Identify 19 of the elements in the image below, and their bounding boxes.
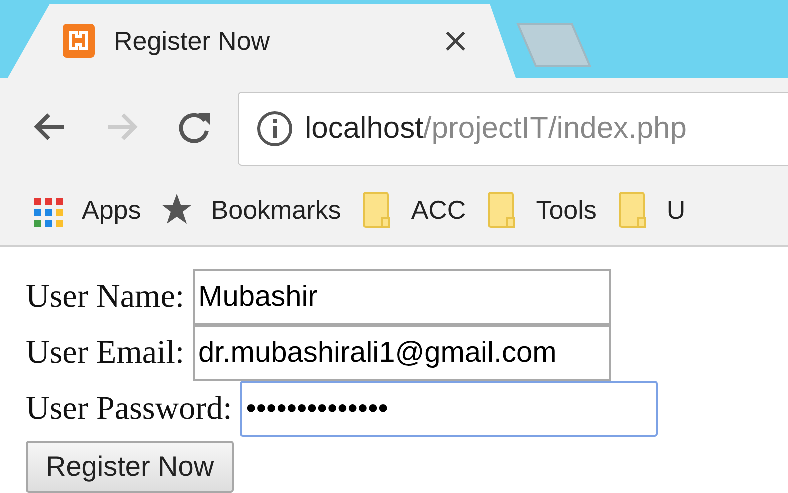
folder-icon — [616, 190, 649, 230]
address-bar[interactable]: localhost/projectIT/index.php — [238, 92, 788, 166]
browser-tab[interactable]: Register Now × — [8, 4, 516, 78]
field-label: User Password: — [26, 390, 232, 428]
field-label: User Email: — [26, 334, 185, 372]
tab-title: Register Now — [114, 26, 272, 56]
input-field[interactable]: Mubashir — [192, 269, 611, 325]
input-field[interactable]: dr.mubashirali1@gmail.com — [192, 325, 611, 381]
register-button[interactable]: Register Now — [26, 441, 234, 493]
url-text: localhost/projectIT/index.php — [305, 112, 687, 146]
field-label: User Name: — [26, 278, 185, 316]
bookmark-item[interactable]: U — [616, 190, 686, 230]
bookmark-item[interactable]: Bookmarks — [161, 190, 342, 230]
close-tab-button[interactable]: × — [442, 24, 470, 58]
bookmark-item[interactable]: ACC — [361, 190, 466, 230]
info-icon — [255, 108, 295, 148]
bookmark-item[interactable]: Apps — [32, 190, 142, 230]
bookmark-item[interactable]: Tools — [486, 190, 597, 230]
input-field[interactable]: •••••••••••••• — [240, 381, 658, 437]
